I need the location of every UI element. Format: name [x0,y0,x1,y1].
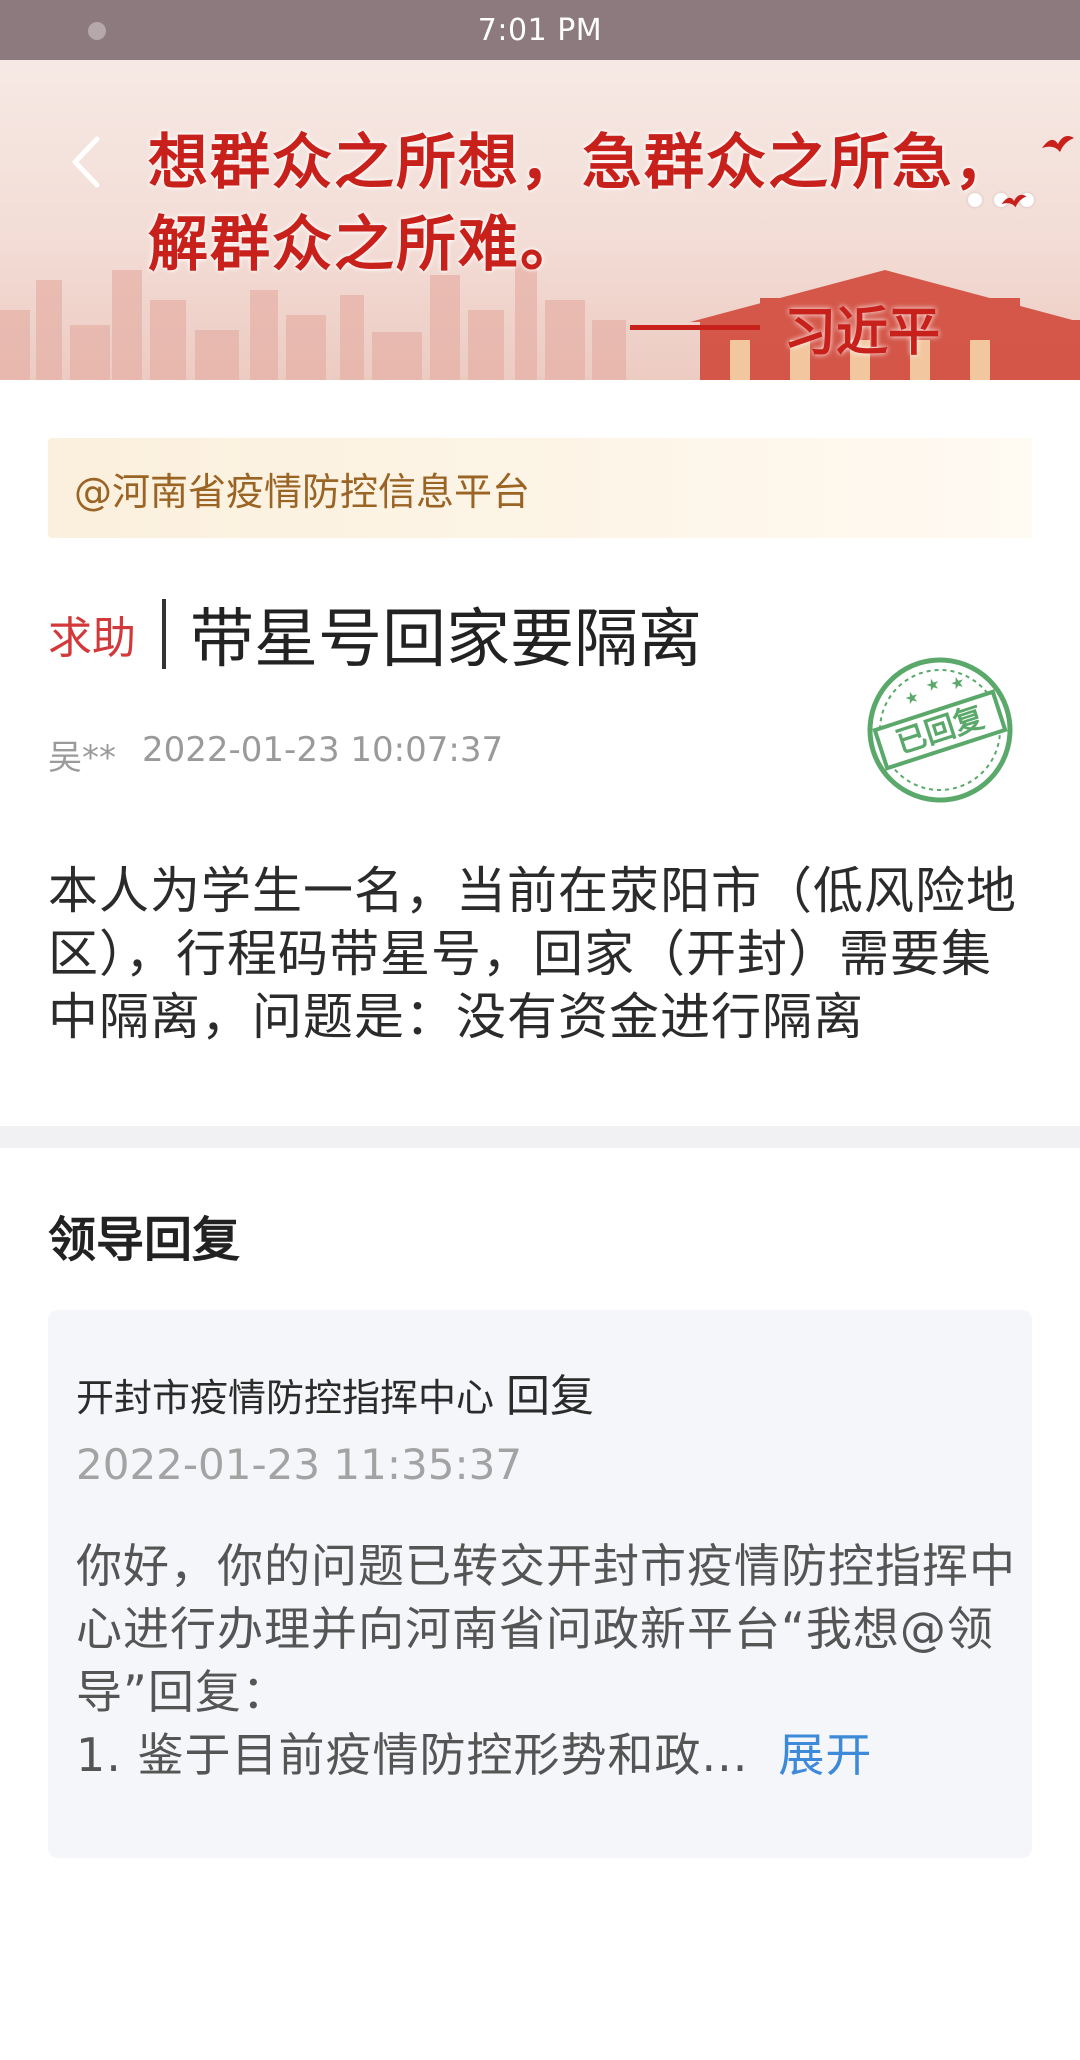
post-title-row: 求助 带星号回家要隔离 [48,594,702,677]
expand-link[interactable]: 展开 [778,1724,872,1787]
reply-header: 开封市疫情防控指挥中心 回复 [76,1360,594,1424]
reply-card: 开封市疫情防控指挥中心 回复 2022-01-23 11:35:37 你好，你的问… [48,1310,1032,1858]
post-datetime: 2022-01-23 10:07:37 [142,730,504,770]
reply-datetime: 2022-01-23 11:35:37 [76,1440,523,1489]
banner-quote-line: 解群众之所难。 [148,210,582,280]
post-body: 本人为学生一名，当前在荥阳市（低风险地区），行程码带星号，回家（开封）需要集中隔… [48,862,1017,1046]
back-button[interactable] [56,122,116,202]
reply-text-truncated: 1. 鉴于目前疫情防控形势和政... [76,1728,749,1782]
status-time: 7:01 PM [477,12,603,48]
reply-text-last-line: 1. 鉴于目前疫情防控形势和政... 展开 [76,1724,1016,1787]
post-author: 吴** [48,738,116,778]
title-divider [162,599,166,669]
chevron-left-icon [72,136,100,188]
reply-text-main: 你好，你的问题已转交开封市疫情防控指挥中心进行办理并向河南省问政新平台“我想@领… [76,1539,1016,1719]
more-dot-icon [968,193,982,207]
svg-text:★: ★ [902,686,922,709]
bird-icon [1042,136,1074,152]
post-title: 带星号回家要隔离 [190,603,702,677]
banner-quote: 想群众之所想，急群众之所急， 解群众之所难。 [148,122,1016,286]
status-bar: 7:01 PM [0,0,1080,60]
header-banner: 想群众之所想，急群众之所急， 解群众之所难。 习近平 [0,60,1080,380]
platform-tag[interactable]: @河南省疫情防控信息平台 [48,438,1032,538]
section-divider [0,1126,1080,1148]
status-indicator-icon [88,22,106,40]
replier-name: 开封市疫情防控指挥中心 [76,1376,495,1420]
svg-text:★: ★ [923,673,943,696]
author-name: 习近平 [784,302,941,363]
post-category: 求助 [48,613,136,664]
reply-text: 你好，你的问题已转交开封市疫情防控指挥中心进行办理并向河南省问政新平台“我想@领… [76,1535,1016,1787]
banner-author: 习近平 [630,290,940,365]
platform-tag-label: @河南省疫情防控信息平台 [74,469,531,514]
post-meta: 吴** 2022-01-23 10:07:37 [48,730,503,779]
banner-quote-line: 想群众之所想，急群众之所急， [148,128,1016,198]
author-dash [630,325,760,330]
replied-stamp-icon: 已回复 ★ ★ ★ [867,657,1013,803]
svg-text:★: ★ [948,672,968,695]
reply-section-title: 领导回复 [48,1212,241,1268]
reply-word: 回复 [506,1371,595,1422]
bird-icon [1001,194,1027,208]
